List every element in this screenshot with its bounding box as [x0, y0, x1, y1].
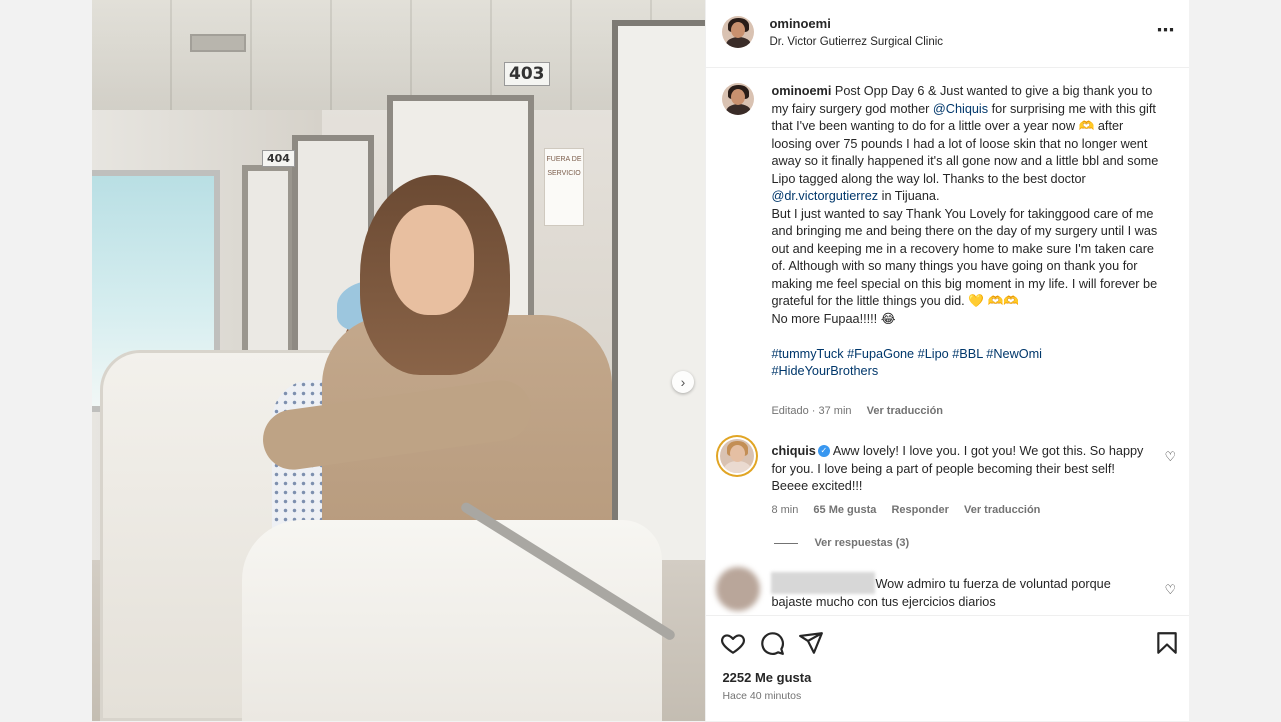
like-comment-heart-icon[interactable]: ♡: [1164, 582, 1176, 598]
mention-link[interactable]: @dr.victorgutierrez: [771, 189, 878, 203]
like-count[interactable]: 2252 Me gusta: [722, 670, 811, 685]
comment-icon[interactable]: [759, 630, 785, 656]
heart-icon[interactable]: [720, 630, 746, 656]
caption-username[interactable]: ominoemi: [771, 84, 831, 98]
post-photo[interactable]: 403 404 FUERA DE SERVICIO ›: [92, 0, 706, 721]
caption-edited-time: Editado · 37 min: [771, 405, 852, 417]
caption-meta: Editado · 37 min Ver traducción: [771, 405, 955, 417]
send-icon[interactable]: [798, 630, 824, 656]
photo-bedsheet: [242, 520, 662, 721]
comments-section[interactable]: ominoemi Post Opp Day 6 & Just wanted to…: [706, 67, 1189, 615]
post-side-panel: ominoemi Dr. Victor Gutierrez Surgical C…: [705, 0, 1190, 722]
caption-text: in Tijuana.: [878, 189, 940, 203]
comment-meta: 8 min 65 Me gusta Responder Ver traducci…: [771, 504, 1052, 516]
view-replies-label: Ver respuestas (3): [814, 537, 910, 549]
avatar[interactable]: [716, 567, 761, 611]
see-translation-link[interactable]: Ver traducción: [867, 405, 943, 417]
comment-likes-count[interactable]: 65 Me gusta: [813, 504, 876, 516]
mention-link[interactable]: @Chiquis: [933, 102, 988, 116]
avatar[interactable]: [722, 16, 755, 48]
view-replies-button[interactable]: Ver respuestas (3): [774, 537, 909, 549]
avatar[interactable]: [722, 83, 755, 115]
comment-time: 8 min: [771, 504, 799, 516]
photo-ceiling-vent: [190, 34, 246, 52]
post-time-ago: Hace 40 minutos: [722, 690, 802, 702]
bookmark-icon[interactable]: [1154, 630, 1180, 656]
more-options-icon[interactable]: ⋯: [1156, 20, 1175, 41]
hashtags[interactable]: #tummyTuck #FupaGone #Lipo #BBL #NewOmi: [771, 347, 1042, 361]
post-header: ominoemi Dr. Victor Gutierrez Surgical C…: [706, 0, 1190, 68]
post-caption: ominoemi Post Opp Day 6 & Just wanted to…: [771, 83, 1163, 381]
next-photo-button[interactable]: ›: [672, 371, 694, 393]
comment-username[interactable]: chiquis: [771, 444, 815, 458]
comment-text: chiquis ✓ Aww lovely! I love you. I got yo…: [771, 443, 1151, 496]
caption-text: No more Fupaa!!!!! 😂: [771, 311, 896, 326]
comment-body: Wow admiro tu fuerza de voluntad porque …: [771, 577, 1111, 609]
room-number-404: 404: [262, 150, 295, 167]
like-comment-heart-icon[interactable]: ♡: [1164, 449, 1176, 465]
replies-divider: [774, 542, 799, 544]
hashtags[interactable]: #HideYourBrothers: [771, 364, 878, 378]
see-translation-link[interactable]: Ver traducción: [964, 504, 1040, 516]
post-actions: 2252 Me gusta Hace 40 minutos: [706, 615, 1190, 722]
room-number-403: 403: [504, 62, 550, 86]
reply-button[interactable]: Responder: [891, 504, 948, 516]
caption-text: But I just wanted to say Thank You Lovel…: [771, 206, 1158, 309]
post-modal: 403 404 FUERA DE SERVICIO › ominoemi Dr.…: [92, 0, 1190, 722]
verified-badge-icon: ✓: [817, 444, 830, 457]
chevron-right-icon: ›: [680, 374, 686, 390]
post-location[interactable]: Dr. Victor Gutierrez Surgical Clinic: [769, 36, 943, 48]
post-author-username[interactable]: ominoemi: [769, 16, 830, 31]
avatar[interactable]: [720, 439, 755, 473]
